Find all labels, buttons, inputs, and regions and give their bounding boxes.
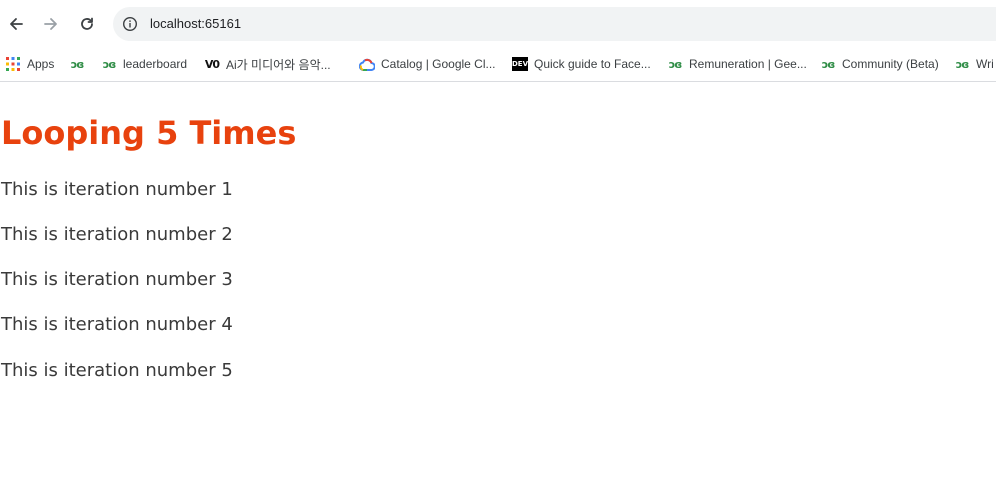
bookmark-community[interactable]: ↄɞ Community (Beta) — [820, 53, 939, 75]
info-icon[interactable] — [122, 16, 138, 32]
reload-button[interactable] — [75, 12, 99, 36]
iteration-line: This is iteration number 1 — [1, 179, 233, 200]
iteration-line: This is iteration number 3 — [1, 269, 233, 290]
bookmark-write[interactable]: ↄɞ Wri — [954, 53, 994, 75]
bookmark-label: Apps — [27, 57, 55, 71]
gfg-logo-icon: ↄɞ — [955, 57, 970, 71]
gfg-logo-icon: ↄɞ — [70, 57, 85, 71]
bookmarks-bar: Apps ↄɞ ↄɞ leaderboard V0 Ai가 미디어와 음악...… — [0, 47, 996, 82]
bookmark-label: leaderboard — [123, 57, 188, 71]
apps-grid-icon — [5, 56, 21, 72]
back-button[interactable] — [4, 12, 28, 36]
gfg-logo-icon: ↄɞ — [102, 57, 117, 71]
bookmark-remuneration[interactable]: ↄɞ Remuneration | Gee... — [667, 53, 807, 75]
browser-toolbar: localhost:65161 — [0, 0, 996, 47]
bookmark-google-cloud-catalog[interactable]: Catalog | Google Cl... — [359, 53, 496, 75]
bookmark-dev-quick-guide[interactable]: DEV Quick guide to Face... — [512, 53, 651, 75]
bookmark-label: Remuneration | Gee... — [689, 57, 807, 71]
address-bar[interactable]: localhost:65161 — [113, 7, 996, 41]
bookmark-label: Quick guide to Face... — [534, 57, 651, 71]
dev-logo-icon: DEV — [512, 56, 528, 72]
bookmark-gfg[interactable]: ↄɞ — [69, 53, 91, 75]
gfg-logo-icon: ↄɞ — [668, 57, 683, 71]
iteration-line: This is iteration number 4 — [1, 314, 233, 335]
bookmark-apps[interactable]: Apps — [5, 53, 54, 75]
forward-button[interactable] — [39, 12, 63, 36]
page-heading: Looping 5 Times — [1, 114, 297, 152]
bookmark-vo-ai[interactable]: V0 Ai가 미디어와 음악... — [204, 53, 331, 75]
reload-icon — [81, 17, 93, 30]
arrow-right-icon — [44, 18, 57, 30]
bookmark-leaderboard[interactable]: ↄɞ leaderboard — [101, 53, 187, 75]
gfg-logo-icon: ↄɞ — [821, 57, 836, 71]
bookmark-label: Wri — [976, 57, 994, 71]
bookmark-label: Community (Beta) — [842, 57, 939, 71]
url-text[interactable]: localhost:65161 — [150, 16, 241, 31]
iteration-line: This is iteration number 2 — [1, 224, 233, 245]
vo-logo-icon: V0 — [204, 57, 220, 71]
iteration-line: This is iteration number 5 — [1, 360, 233, 381]
bookmark-label: Ai가 미디어와 음악... — [226, 57, 331, 72]
arrow-left-icon — [10, 18, 23, 30]
bookmark-label: Catalog | Google Cl... — [381, 57, 496, 71]
google-cloud-icon — [359, 56, 375, 72]
